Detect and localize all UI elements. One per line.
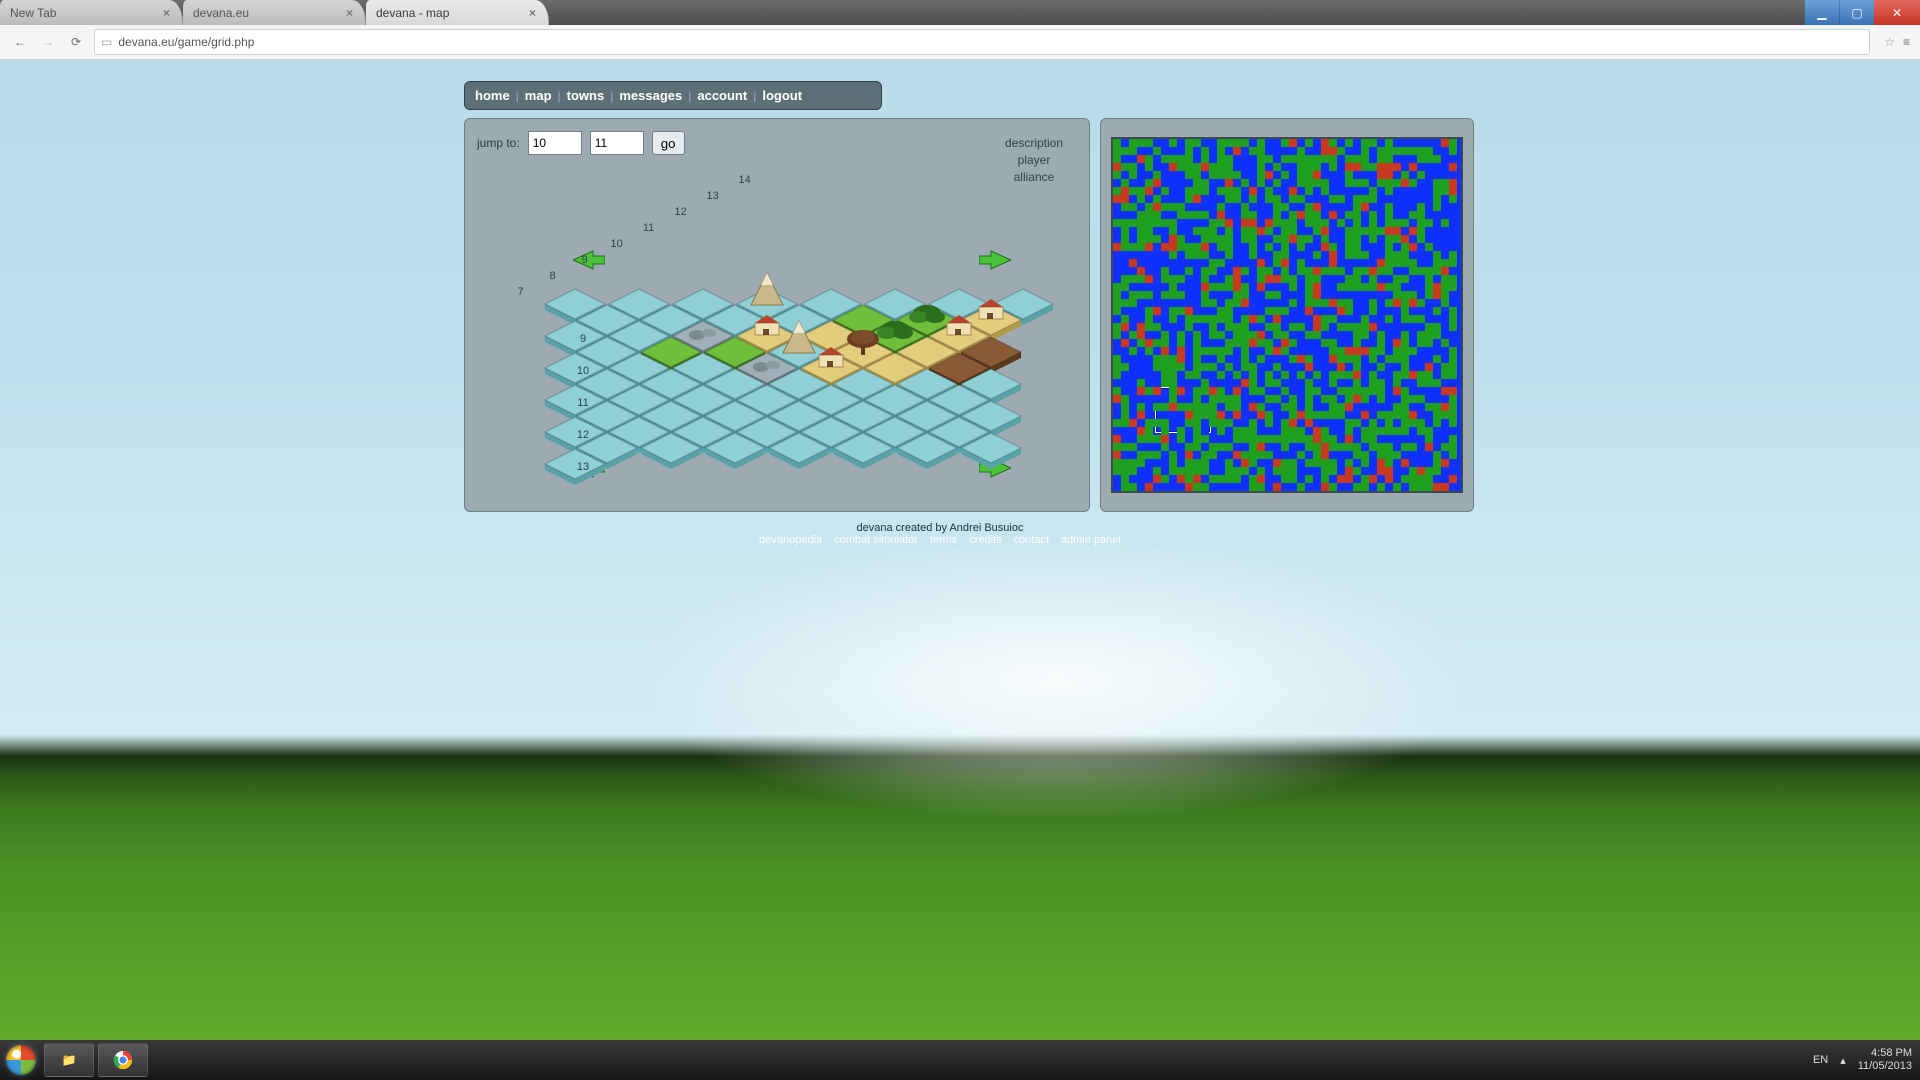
map-tile[interactable]: [767, 431, 831, 465]
jump-go-button[interactable]: go: [652, 131, 685, 155]
browser-toolbar: ← → ⟳ ▭ devana.eu/game/grid.php ☆ ≡: [0, 25, 1920, 60]
reload-button[interactable]: ⟳: [66, 32, 86, 52]
info-alliance: alliance: [1005, 169, 1063, 186]
nav-towns[interactable]: towns: [567, 88, 605, 103]
footer-link[interactable]: credits: [969, 534, 1001, 546]
close-icon[interactable]: ×: [163, 6, 170, 20]
nav-map[interactable]: map: [525, 88, 552, 103]
map-tile[interactable]: [895, 431, 959, 465]
map-tile[interactable]: [703, 431, 767, 465]
tray-up-icon[interactable]: ▴: [1840, 1054, 1846, 1067]
browser-menu-icon[interactable]: ≡: [1903, 35, 1910, 49]
window-maximize-button[interactable]: ▢: [1839, 0, 1874, 25]
footer-link[interactable]: contact: [1014, 534, 1049, 546]
window-minimize-button[interactable]: ▁: [1805, 0, 1839, 25]
close-icon[interactable]: ×: [346, 6, 353, 20]
axis-label: 11: [643, 222, 654, 234]
page-footer: devana created by Andrei Busuioc devanop…: [560, 522, 1320, 546]
system-tray[interactable]: EN ▴ 4:58 PM 11/05/2013: [1805, 1047, 1920, 1072]
nav-messages[interactable]: messages: [619, 88, 682, 103]
back-button[interactable]: ←: [10, 32, 30, 52]
footer-link[interactable]: devanopedia: [759, 534, 822, 546]
windows-logo-icon: [6, 1045, 36, 1075]
axis-label: 10: [610, 238, 622, 250]
tab-title: New Tab: [10, 6, 56, 20]
axis-label: 9: [580, 333, 586, 345]
axis-label: 14: [738, 174, 750, 186]
browser-tab[interactable]: New Tab ×: [0, 0, 183, 25]
minimap[interactable]: [1111, 137, 1463, 493]
taskbar-chrome[interactable]: [98, 1043, 148, 1077]
jump-to-form: jump to: go: [477, 131, 685, 155]
axis-label: 13: [577, 461, 589, 473]
axis-label: 13: [706, 190, 718, 202]
clock-time: 4:58 PM: [1871, 1047, 1912, 1060]
nav-logout[interactable]: logout: [762, 88, 802, 103]
forward-button[interactable]: →: [38, 32, 58, 52]
nav-home[interactable]: home: [475, 88, 510, 103]
jump-y-input[interactable]: [590, 131, 644, 155]
browser-tabstrip: New Tab × devana.eu × devana - map × ▁ ▢…: [0, 0, 1920, 25]
game-nav: home| map| towns| messages| account| log…: [464, 81, 882, 110]
axis-label: 12: [577, 429, 589, 441]
jump-label: jump to:: [477, 136, 520, 150]
tab-title: devana - map: [376, 6, 449, 20]
footer-link[interactable]: combat simulator: [834, 534, 918, 546]
page-icon: ▭: [101, 35, 112, 49]
tray-lang[interactable]: EN: [1813, 1054, 1828, 1066]
info-description: description: [1005, 135, 1063, 152]
taskbar-explorer[interactable]: 📁: [44, 1043, 94, 1077]
axis-label: 7: [518, 286, 524, 298]
map-tile[interactable]: [639, 431, 703, 465]
minimap-panel: [1100, 118, 1474, 512]
map-panel: jump to: go description player alliance: [464, 118, 1090, 512]
info-player: player: [1005, 152, 1063, 169]
browser-tab[interactable]: devana.eu ×: [183, 0, 366, 25]
axis-label: 10: [577, 365, 589, 377]
browser-tab-active[interactable]: devana - map ×: [366, 0, 549, 25]
close-icon[interactable]: ×: [529, 6, 536, 20]
axis-label: 12: [674, 206, 686, 218]
taskbar: 📁 EN ▴ 4:58 PM 11/05/2013: [0, 1040, 1920, 1080]
url-text: devana.eu/game/grid.php: [118, 35, 254, 49]
axis-label: 11: [577, 397, 588, 409]
nav-account[interactable]: account: [697, 88, 747, 103]
axis-label: 8: [550, 270, 556, 282]
footer-link[interactable]: admin panel: [1061, 534, 1121, 546]
map-tile[interactable]: [543, 447, 607, 481]
jump-x-input[interactable]: [528, 131, 582, 155]
clock-date: 11/05/2013: [1858, 1060, 1912, 1073]
footer-link[interactable]: terms: [930, 534, 958, 546]
tab-title: devana.eu: [193, 6, 249, 20]
tile-info: description player alliance: [1005, 135, 1063, 185]
start-button[interactable]: [0, 1040, 42, 1080]
iso-grid[interactable]: 1413121110987910111213: [483, 215, 1071, 515]
axis-label: 9: [582, 254, 588, 266]
tray-clock[interactable]: 4:58 PM 11/05/2013: [1858, 1047, 1912, 1072]
address-bar[interactable]: ▭ devana.eu/game/grid.php: [94, 29, 1870, 55]
footer-credit: devana created by Andrei Busuioc: [560, 522, 1320, 534]
map-tile[interactable]: [959, 431, 1023, 465]
bookmark-star-icon[interactable]: ☆: [1884, 35, 1895, 49]
map-tile[interactable]: [831, 431, 895, 465]
window-close-button[interactable]: ✕: [1874, 0, 1920, 25]
